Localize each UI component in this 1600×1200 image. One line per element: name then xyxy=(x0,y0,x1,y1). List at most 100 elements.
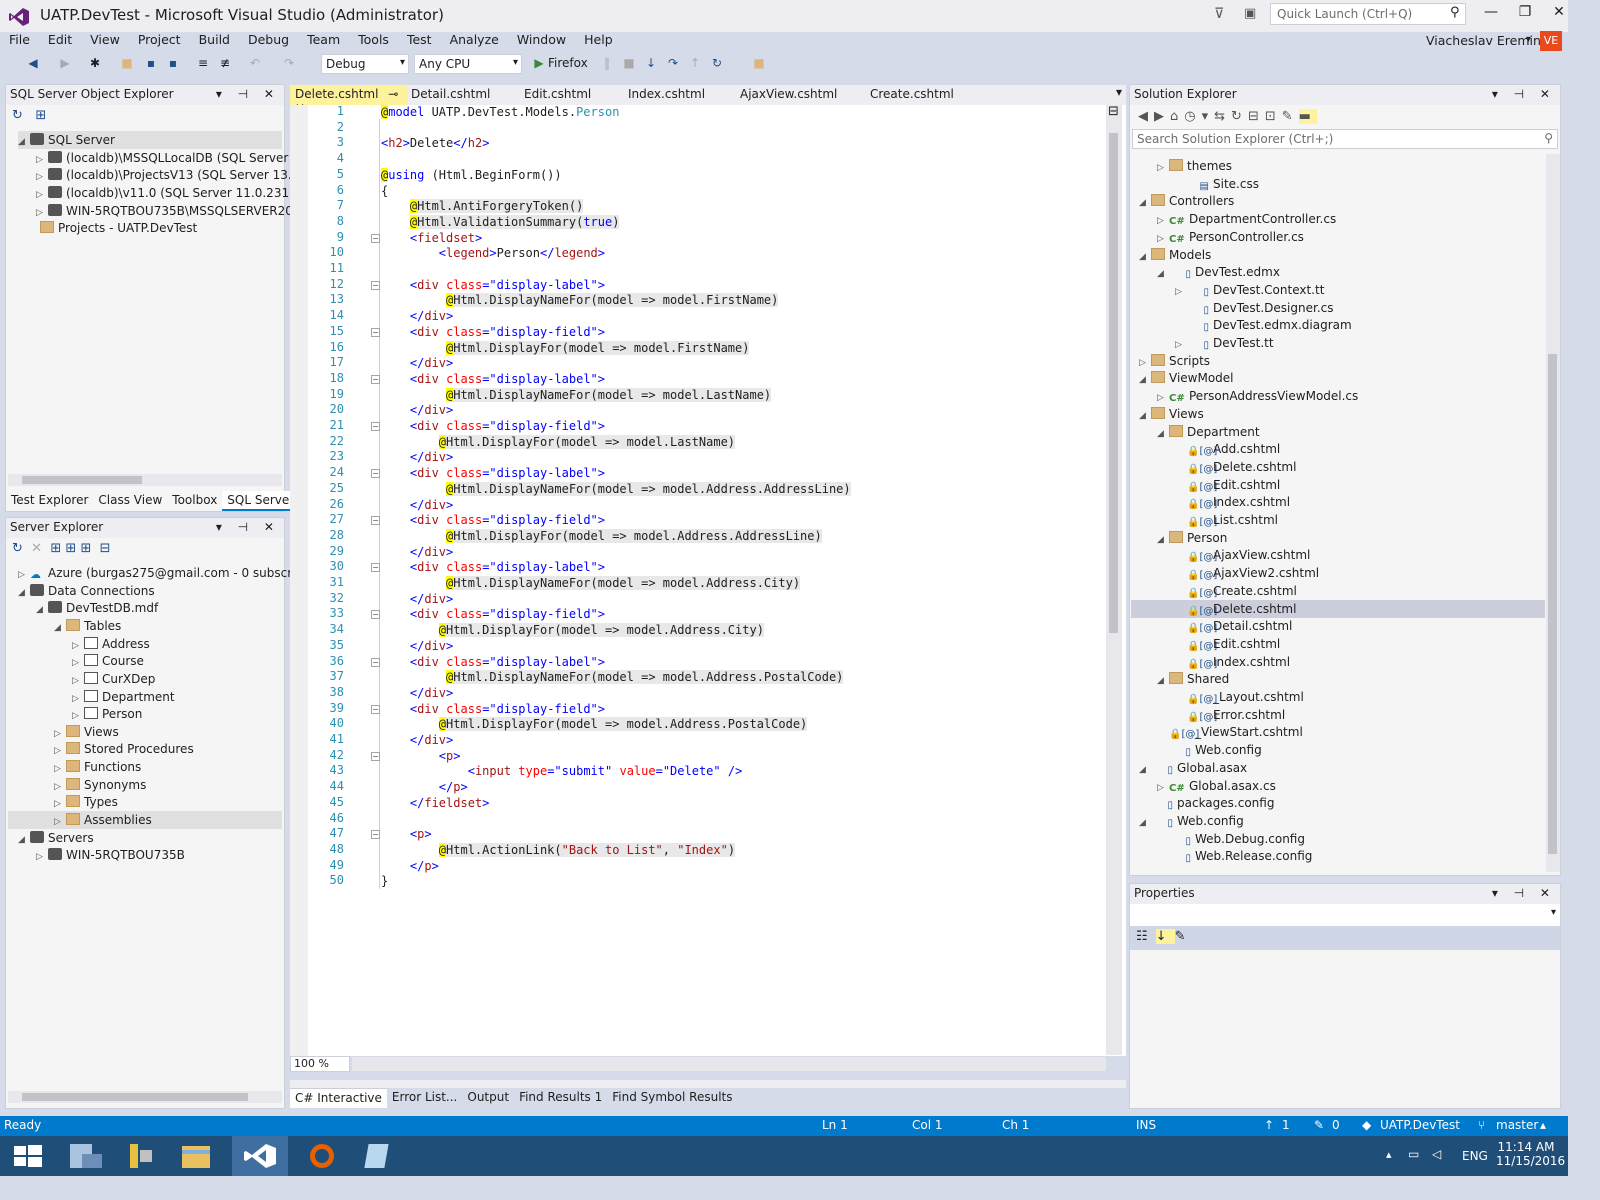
property-pages-icon[interactable]: ✎ xyxy=(1175,929,1194,944)
solution-item[interactable]: 🔒[@]Index.cshtml xyxy=(1175,653,1290,671)
code-line[interactable]: </div> xyxy=(381,732,453,748)
tab-csharp-interactive[interactable]: C# Interactive xyxy=(290,1088,387,1108)
close-button[interactable]: ✕ xyxy=(1542,4,1576,20)
collapse-icon[interactable]: − xyxy=(371,751,380,761)
connect-server-icon[interactable]: ⊞ xyxy=(65,541,76,556)
code-line[interactable]: <legend>Person</legend> xyxy=(381,245,605,261)
collapse-all-icon[interactable]: ⊟ xyxy=(1248,109,1265,124)
code-line[interactable]: <div class="display-label"> xyxy=(381,371,605,387)
code-line[interactable]: <div class="display-label"> xyxy=(381,277,605,293)
tab-index-cshtml[interactable]: Index.cshtml xyxy=(623,85,710,105)
add-server-icon[interactable]: ⊞ xyxy=(35,108,46,123)
menu-build[interactable]: Build xyxy=(190,31,239,51)
tree-item[interactable]: ▷ Views xyxy=(54,723,119,741)
properties-icon[interactable]: ⊟ xyxy=(100,541,111,556)
chevron-down-icon[interactable]: ▾ xyxy=(1526,34,1531,45)
solution-item[interactable]: ▯ packages.config xyxy=(1139,794,1274,812)
solution-item[interactable]: 🔒[@]Edit.cshtml xyxy=(1175,635,1280,653)
code-line[interactable]: </div> xyxy=(381,402,453,418)
tree-item[interactable]: ▷ Address xyxy=(72,635,150,653)
solution-item[interactable]: ▯ Web.Release.config xyxy=(1157,847,1312,865)
code-line[interactable]: @Html.DisplayFor(model => model.Address.… xyxy=(381,716,808,732)
avatar[interactable]: VE xyxy=(1540,31,1562,51)
object-select[interactable]: ▾ xyxy=(1130,904,1560,926)
feedback-icon[interactable]: ▣ xyxy=(1244,6,1256,21)
language-indicator[interactable]: ENG xyxy=(1462,1149,1488,1163)
volume-icon[interactable]: ◁ xyxy=(1432,1147,1441,1161)
code-line[interactable]: <p> xyxy=(381,748,461,764)
tree-item[interactable]: ◢ DevTestDB.mdf xyxy=(36,599,158,617)
tree-item[interactable]: ▷ Stored Procedures xyxy=(54,740,194,758)
tray-expand-icon[interactable]: ▴ xyxy=(1386,1148,1392,1161)
solution-item[interactable]: ▷ C# DepartmentController.cs xyxy=(1157,210,1336,228)
tab-output[interactable]: Output xyxy=(462,1088,514,1108)
solution-search-input[interactable]: Search Solution Explorer (Ctrl+;) ⚲ xyxy=(1132,129,1558,149)
solution-item[interactable]: 🔒[@]Index.cshtml xyxy=(1175,493,1290,511)
code-line[interactable]: <p> xyxy=(381,826,432,842)
solution-item[interactable]: 🔒[@]_Layout.cshtml xyxy=(1175,688,1304,706)
tree-item[interactable]: ▷ Synonyms xyxy=(54,776,146,794)
code-line[interactable]: <fieldset> xyxy=(381,230,482,246)
solution-item[interactable]: ▯ DevTest.Designer.cs xyxy=(1175,299,1333,317)
collapse-icon[interactable]: − xyxy=(371,610,380,620)
step-out-icon[interactable]: ↑ xyxy=(686,55,704,72)
menu-analyze[interactable]: Analyze xyxy=(441,31,508,51)
code-line[interactable]: <div class="display-field"> xyxy=(381,606,605,622)
code-line[interactable]: @Html.DisplayNameFor(model => model.Firs… xyxy=(381,292,779,308)
solution-item[interactable]: 🔒[@]Add.cshtml xyxy=(1175,440,1280,458)
code-line[interactable]: @model UATP.DevTest.Models.Person xyxy=(381,104,619,120)
code-line[interactable]: @Html.ActionLink("Back to List", "Index"… xyxy=(381,842,736,858)
code-line[interactable]: @Html.DisplayFor(model => model.Address.… xyxy=(381,622,764,638)
repository-icon[interactable]: ◆ xyxy=(1362,1118,1371,1132)
solution-item[interactable]: ◢ ViewModel xyxy=(1139,369,1234,387)
solution-item[interactable]: ▯ DevTest.edmx.diagram xyxy=(1175,316,1351,334)
vertical-scrollbar[interactable] xyxy=(1106,105,1122,1055)
menu-file[interactable]: File xyxy=(0,31,39,51)
solution-item[interactable]: 🔒[@]Error.cshtml xyxy=(1175,706,1285,724)
run-target-button[interactable]: Firefox xyxy=(548,56,588,70)
solution-item[interactable]: 🔒[@]AjaxView.cshtml xyxy=(1175,546,1310,564)
panel-controls-icon[interactable]: ▾ ⊣ ✕ xyxy=(1492,87,1556,101)
refresh-icon[interactable]: ↻ xyxy=(12,541,23,556)
solution-item[interactable]: 🔒[@]Delete.cshtml xyxy=(1175,458,1296,476)
tree-item[interactable]: ▷ Assemblies xyxy=(8,811,282,829)
refresh-icon[interactable]: ↻ xyxy=(1231,109,1248,124)
tab-delete-cshtml[interactable]: Delete.cshtml ⊸ ✕ xyxy=(290,85,408,115)
solution-item[interactable]: ▷ C# Global.asax.cs xyxy=(1157,777,1276,795)
tree-item[interactable]: ▷ Department xyxy=(72,688,175,706)
solution-item[interactable]: ▷ ▯ DevTest.Context.tt xyxy=(1175,281,1324,299)
connect-database-icon[interactable]: ⊞ xyxy=(50,541,61,556)
tab-test-explorer[interactable]: Test Explorer xyxy=(6,491,93,511)
step-into-icon[interactable]: ↓ xyxy=(642,55,660,72)
menu-window[interactable]: Window xyxy=(508,31,575,51)
pin-icon[interactable]: ⊸ xyxy=(388,87,398,101)
tab-create-cshtml[interactable]: Create.cshtml xyxy=(865,85,959,105)
menu-test[interactable]: Test xyxy=(398,31,441,51)
solution-item[interactable]: ◢ Department xyxy=(1157,423,1260,441)
menu-debug[interactable]: Debug xyxy=(239,31,298,51)
platform-select[interactable]: Any CPU xyxy=(414,54,522,74)
solution-item[interactable]: ▯ Web.Debug.config xyxy=(1157,830,1305,848)
code-line[interactable]: </fieldset> xyxy=(381,795,489,811)
firefox-icon[interactable] xyxy=(296,1136,352,1176)
code-line[interactable]: @Html.DisplayNameFor(model => model.Addr… xyxy=(381,481,851,497)
pencil-icon[interactable]: ✎ xyxy=(1314,1118,1324,1132)
tab-edit-cshtml[interactable]: Edit.cshtml xyxy=(519,85,596,105)
menu-edit[interactable]: Edit xyxy=(39,31,81,51)
solution-item[interactable]: ▷ themes xyxy=(1157,157,1232,175)
preview-icon[interactable]: ▬ xyxy=(1298,109,1317,124)
redo-icon[interactable]: ↷ xyxy=(280,55,298,72)
menu-help[interactable]: Help xyxy=(575,31,622,51)
tab-toolbox[interactable]: Toolbox xyxy=(167,491,222,511)
code-line[interactable]: </div> xyxy=(381,638,453,654)
panel-controls-icon[interactable]: ▾ ⊣ ✕ xyxy=(216,87,280,101)
solution-item[interactable]: ▷ ▯ DevTest.tt xyxy=(1175,334,1274,352)
properties-icon[interactable]: ✎ xyxy=(1282,109,1299,124)
code-line[interactable]: </div> xyxy=(381,591,453,607)
solution-item[interactable]: ◢ ▯ Global.asax xyxy=(1139,759,1247,777)
code-line[interactable]: </p> xyxy=(381,858,439,874)
solution-item[interactable]: ▷ C# PersonAddressViewModel.cs xyxy=(1157,387,1358,405)
solution-item[interactable]: ◢ ▯ Web.config xyxy=(1139,812,1244,830)
start-debugging-icon[interactable]: ▶ xyxy=(530,55,548,72)
solution-item[interactable]: 🔒[@]Create.cshtml xyxy=(1175,582,1297,600)
